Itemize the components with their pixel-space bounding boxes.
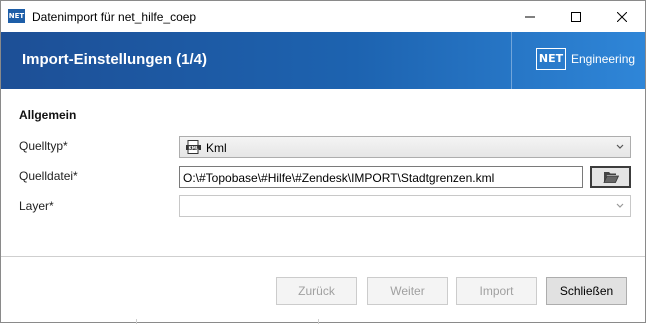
minimize-button[interactable] — [507, 1, 553, 32]
layer-dropdown[interactable] — [179, 195, 631, 217]
window-title: Datenimport für net_hilfe_coep — [32, 10, 197, 24]
source-file-label: Quelldatei* — [19, 169, 78, 183]
next-button[interactable]: Weiter — [367, 277, 448, 305]
footer-separator — [1, 256, 645, 257]
chevron-down-icon — [616, 144, 624, 149]
maximize-icon — [571, 11, 581, 22]
browse-file-button[interactable] — [590, 166, 631, 188]
source-type-value: Kml — [206, 141, 227, 155]
header-divider — [511, 32, 512, 89]
svg-text:KML: KML — [188, 145, 198, 150]
chevron-down-icon — [616, 203, 624, 208]
wizard-header: Import-Einstellungen (1/4) NET Engineeri… — [1, 32, 645, 89]
source-file-input[interactable]: O:\#Topobase\#Hilfe\#Zendesk\IMPORT\Stad… — [179, 166, 583, 188]
import-button[interactable]: Import — [456, 277, 537, 305]
status-divider — [136, 319, 137, 324]
source-type-dropdown[interactable]: KML Kml — [179, 136, 631, 158]
brand-text: Engineering — [571, 52, 636, 66]
import-dialog-window: NET Datenimport für net_hilfe_coep Impor… — [0, 0, 646, 324]
close-button[interactable]: Schließen — [546, 277, 627, 305]
title-bar[interactable]: NET Datenimport für net_hilfe_coep — [1, 1, 645, 32]
wizard-step-title: Import-Einstellungen (1/4) — [22, 51, 208, 68]
close-window-button[interactable] — [599, 1, 645, 32]
brand-logo: NET — [536, 48, 566, 70]
minimize-icon — [525, 16, 535, 17]
section-title: Allgemein — [19, 108, 77, 122]
app-icon: NET — [8, 9, 25, 23]
back-button[interactable]: Zurück — [276, 277, 357, 305]
source-type-label: Quelltyp* — [19, 139, 68, 153]
folder-open-icon — [602, 172, 619, 183]
kml-file-icon: KML — [186, 140, 201, 154]
close-icon — [617, 11, 627, 22]
maximize-button[interactable] — [553, 1, 599, 32]
source-file-value: O:\#Topobase\#Hilfe\#Zendesk\IMPORT\Stad… — [183, 171, 495, 185]
layer-label: Layer* — [19, 199, 54, 213]
status-divider — [318, 319, 319, 324]
